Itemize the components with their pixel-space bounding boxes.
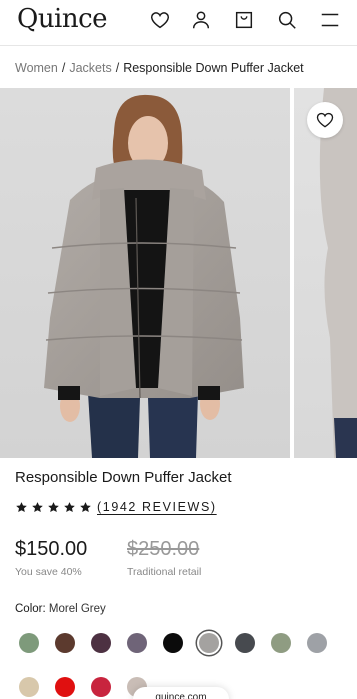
quince-logo[interactable]: Quince bbox=[17, 4, 108, 34]
product-gallery[interactable] bbox=[0, 88, 357, 458]
site-header: Quince bbox=[0, 0, 357, 46]
swatch-cream[interactable] bbox=[19, 677, 39, 697]
star-icon bbox=[16, 501, 27, 512]
swatch-brown[interactable] bbox=[55, 633, 75, 653]
user-icon[interactable] bbox=[190, 9, 212, 31]
product-photo-next[interactable] bbox=[294, 88, 357, 458]
swatch-charcoal[interactable] bbox=[235, 633, 255, 653]
color-label: Color: Morel Grey bbox=[15, 603, 106, 615]
product-title: Responsible Down Puffer Jacket bbox=[15, 469, 232, 486]
rating-stars bbox=[15, 501, 92, 514]
heart-icon bbox=[316, 112, 334, 128]
retail-price: $250.00 bbox=[127, 538, 200, 560]
sale-price: $150.00 bbox=[15, 538, 88, 560]
retail-label: Traditional retail bbox=[127, 566, 202, 578]
browser-url-bar[interactable]: quince.com bbox=[133, 687, 229, 699]
star-icon bbox=[80, 501, 91, 512]
star-icon bbox=[48, 501, 59, 512]
breadcrumb-women[interactable]: Women bbox=[15, 61, 58, 75]
search-icon[interactable] bbox=[276, 9, 298, 31]
swatch-red[interactable] bbox=[55, 677, 75, 697]
swatch-light-grey[interactable] bbox=[307, 633, 327, 653]
swatch-morel-grey[interactable] bbox=[199, 633, 219, 653]
breadcrumb-jackets[interactable]: Jackets bbox=[69, 61, 111, 75]
swatch-sage[interactable] bbox=[19, 633, 39, 653]
swatch-raspberry[interactable] bbox=[91, 677, 111, 697]
reviews-link[interactable]: (1942 REVIEWS) bbox=[97, 500, 217, 514]
star-icon bbox=[32, 501, 43, 512]
swatch-dusty-purple[interactable] bbox=[127, 633, 147, 653]
breadcrumb-separator: / bbox=[115, 61, 120, 75]
product-photo-main[interactable] bbox=[0, 88, 290, 458]
color-label-prefix: Color: bbox=[15, 603, 46, 615]
swatch-moss[interactable] bbox=[271, 633, 291, 653]
swatch-plum[interactable] bbox=[91, 633, 111, 653]
bag-icon[interactable] bbox=[233, 9, 255, 31]
swatch-black[interactable] bbox=[163, 633, 183, 653]
color-value: Morel Grey bbox=[48, 603, 106, 615]
product-rating: (1942 REVIEWS) bbox=[15, 500, 217, 514]
breadcrumb-separator: / bbox=[61, 61, 66, 75]
menu-icon[interactable] bbox=[319, 9, 341, 31]
breadcrumb-current: Responsible Down Puffer Jacket bbox=[123, 61, 304, 75]
heart-icon[interactable] bbox=[149, 9, 171, 31]
breadcrumb: Women / Jackets / Responsible Down Puffer Ja… bbox=[15, 61, 304, 75]
favorite-button[interactable] bbox=[307, 102, 343, 138]
savings-text: You save 40% bbox=[15, 566, 82, 578]
star-icon bbox=[64, 501, 75, 512]
